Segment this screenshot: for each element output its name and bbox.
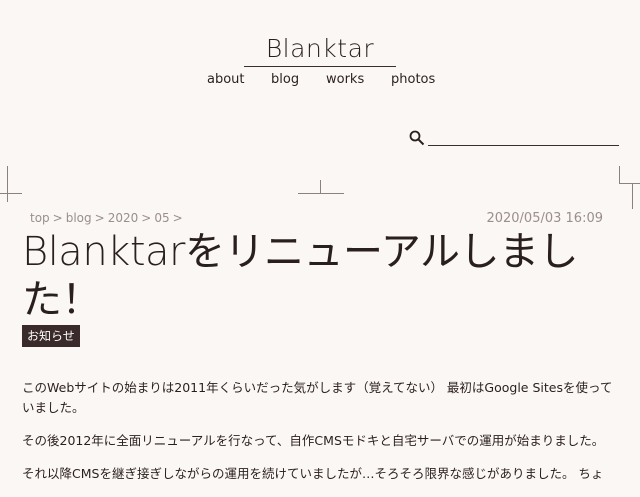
post-date: 2020/05/03 16:09 (486, 211, 603, 226)
search-input[interactable] (428, 145, 619, 146)
breadcrumb-separator: > (94, 211, 105, 225)
breadcrumb-month[interactable]: 05 (154, 211, 169, 225)
center-cross-mark-v (320, 180, 321, 194)
nav-about[interactable]: about (207, 72, 245, 87)
paragraph: その後2012年に全面リニューアルを行なって、自作CMSモドキと自宅サーバでの運… (22, 433, 605, 448)
left-corner-mark-h (0, 193, 22, 194)
nav-photos[interactable]: photos (391, 72, 435, 87)
nav-blog[interactable]: blog (271, 72, 299, 87)
breadcrumb-separator: > (52, 211, 63, 225)
left-corner-mark-v (7, 166, 8, 202)
paragraph: このWebサイトの始まりは2011年くらいだった気がします（覚えてない） 最初は… (22, 380, 613, 415)
breadcrumb-separator: > (172, 211, 183, 225)
right-corner-mark-v (619, 166, 620, 184)
center-cross-mark-h (298, 193, 344, 194)
post-body: このWebサイトの始まりは2011年くらいだった気がします（覚えてない） 最初は… (22, 378, 622, 497)
nav-works[interactable]: works (326, 72, 364, 87)
breadcrumb-year[interactable]: 2020 (108, 211, 139, 225)
search-icon[interactable] (409, 130, 425, 146)
paragraph: それ以降CMSを継ぎ接ぎしながらの運用を続けていましたが…そろそろ限界な感じがあ… (22, 466, 604, 481)
breadcrumb-blog[interactable]: blog (66, 211, 92, 225)
breadcrumb-separator: > (141, 211, 152, 225)
breadcrumb: top > blog >2020 >05 > (30, 211, 186, 225)
tag-badge[interactable]: お知らせ (22, 325, 80, 347)
right-corner-mark-h (619, 183, 640, 184)
site-title[interactable]: Blanktar (244, 34, 396, 67)
main-nav: about blog works photos (0, 72, 640, 92)
breadcrumb-top[interactable]: top (30, 211, 50, 225)
right-corner-mark-v2 (632, 183, 633, 209)
post-title: Blanktarをリニューアルしました！ (22, 229, 578, 323)
